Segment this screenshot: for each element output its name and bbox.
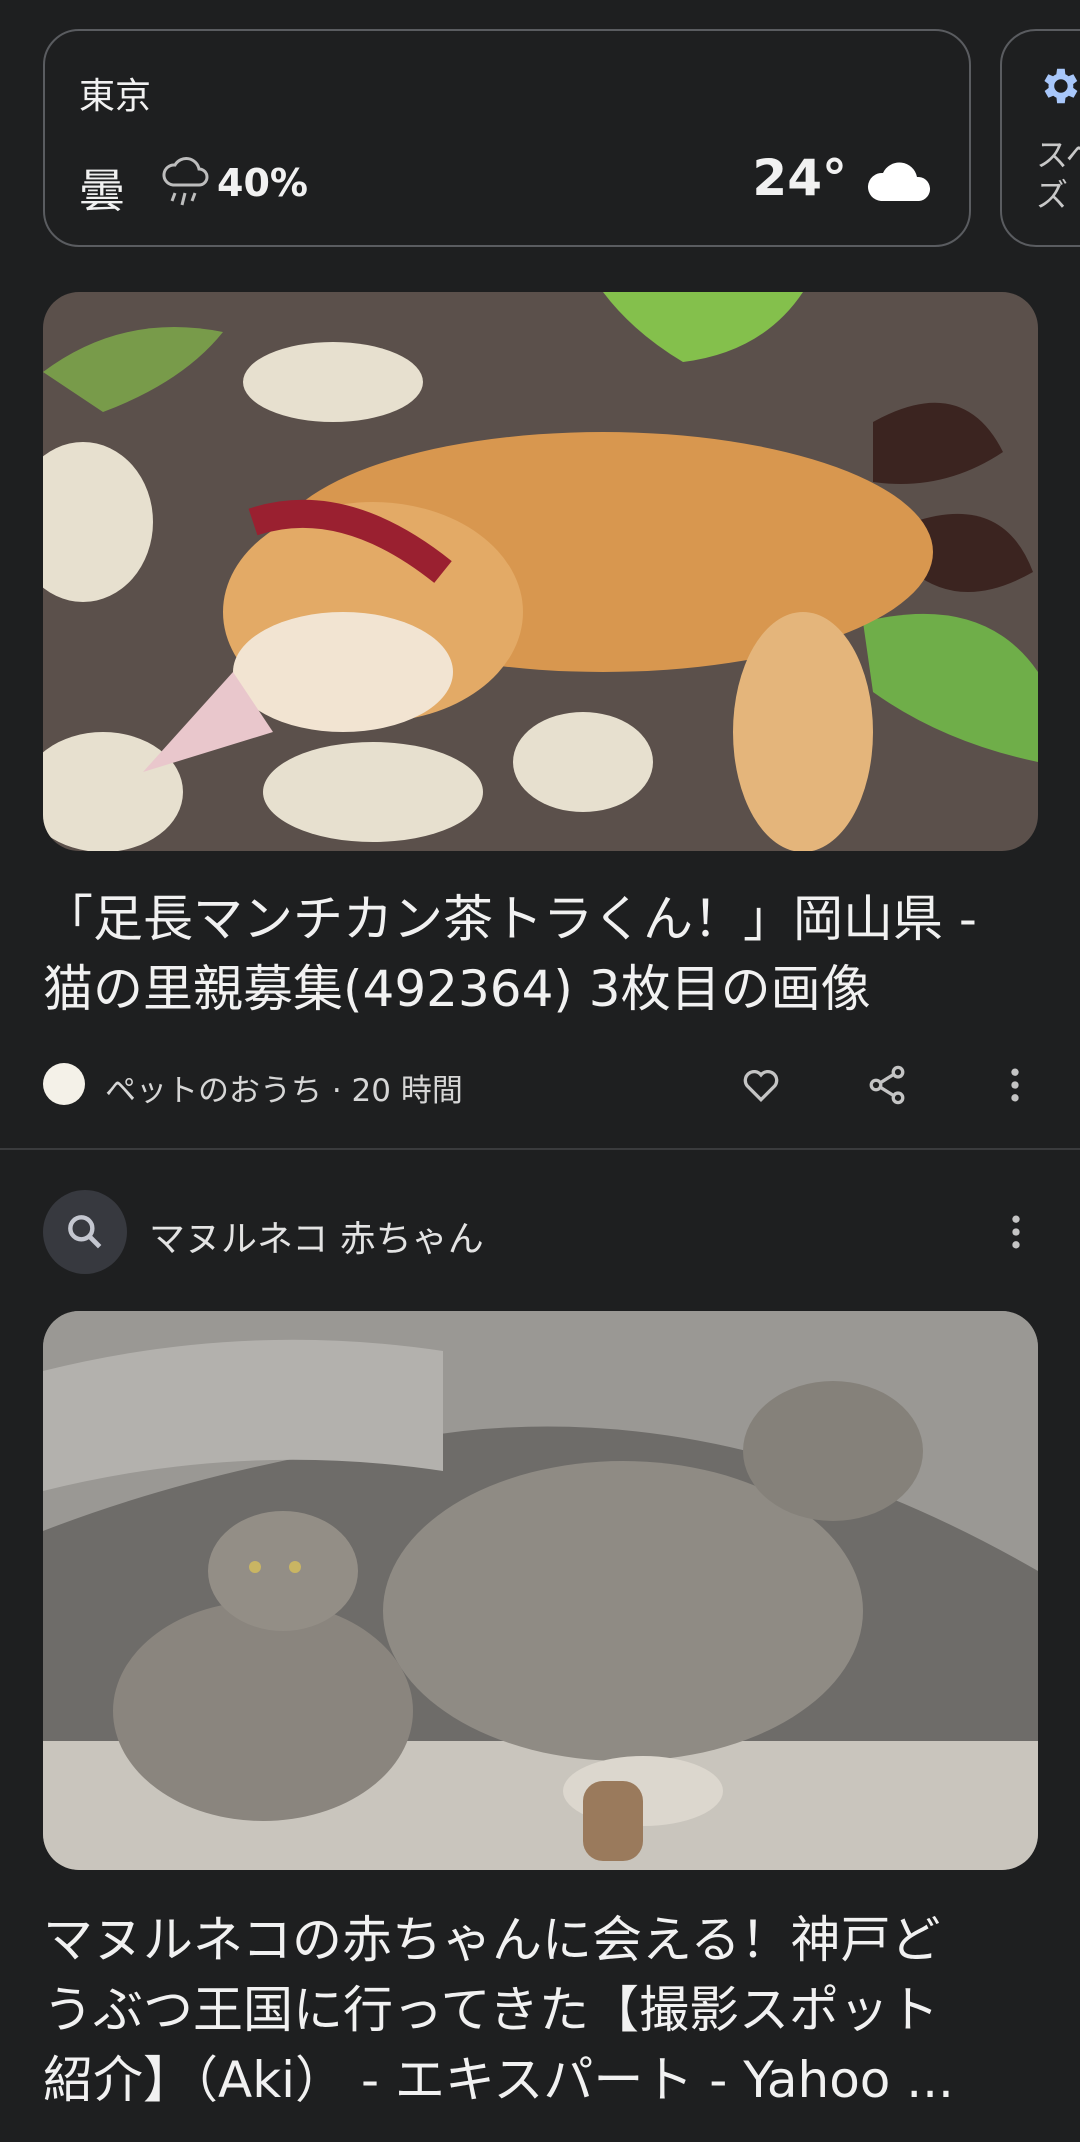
search-icon-bubble: [43, 1190, 127, 1274]
article-title[interactable]: 「足長マンチカン茶トラくん！」岡山県 - 猫の里親募集(492364) 3枚目の…: [43, 884, 1043, 1024]
share-icon[interactable]: [865, 1063, 909, 1107]
more-vert-icon[interactable]: [993, 1063, 1037, 1107]
manul-photo: [43, 1311, 1038, 1870]
side-card-text-line: スペ: [1036, 136, 1080, 174]
cloud-icon: [867, 162, 931, 201]
search-icon: [68, 1215, 102, 1249]
heart-icon[interactable]: [739, 1063, 783, 1107]
article-image-manul[interactable]: [43, 1311, 1038, 1870]
search-card-title[interactable]: マヌルネコの赤ちゃんに会える！神戸ど うぶつ王国に行ってきた【撮影スポット 紹介…: [43, 1905, 1043, 2115]
feed-divider: [0, 1148, 1080, 1150]
article-source: ペットのおうち · 20 時間: [105, 1073, 463, 1109]
rain-chance: 40%: [217, 161, 308, 205]
search-card-title-line: 紹介】（Aki） - エキスパート - Yahoo ...: [43, 2051, 954, 2109]
side-card-text-line: ズ: [1036, 176, 1069, 214]
article-title-line: 猫の里親募集(492364) 3枚目の画像: [43, 960, 871, 1018]
search-suggestion-row[interactable]: マヌルネコ 赤ちゃん: [43, 1190, 1038, 1274]
rain-icon: [162, 157, 209, 206]
side-card-text: スペ ズ: [1036, 135, 1080, 215]
search-card-title-line: うぶつ王国に行ってきた【撮影スポット: [43, 1981, 939, 2039]
search-query: マヌルネコ 赤ちゃん: [149, 1219, 484, 1260]
more-vert-icon[interactable]: [994, 1210, 1038, 1254]
temperature: 24°: [752, 149, 847, 207]
article-source-row: ペットのおうち · 20 時間: [43, 1063, 1038, 1109]
article-image-kitten[interactable]: [43, 292, 1038, 851]
search-card-title-line: マヌルネコの赤ちゃんに会える！神戸ど: [43, 1911, 941, 1969]
weather-condition: 曇: [79, 164, 125, 218]
kitten-photo: [43, 292, 1038, 851]
weather-card[interactable]: 東京 曇 40% 24°: [43, 29, 971, 247]
side-card[interactable]: スペ ズ: [1000, 29, 1080, 247]
article-title-line: 「足長マンチカン茶トラくん！」岡山県 -: [43, 890, 977, 948]
gear-icon: [1044, 68, 1078, 104]
weather-city: 東京: [79, 76, 152, 117]
publisher-avatar: [43, 1063, 85, 1105]
